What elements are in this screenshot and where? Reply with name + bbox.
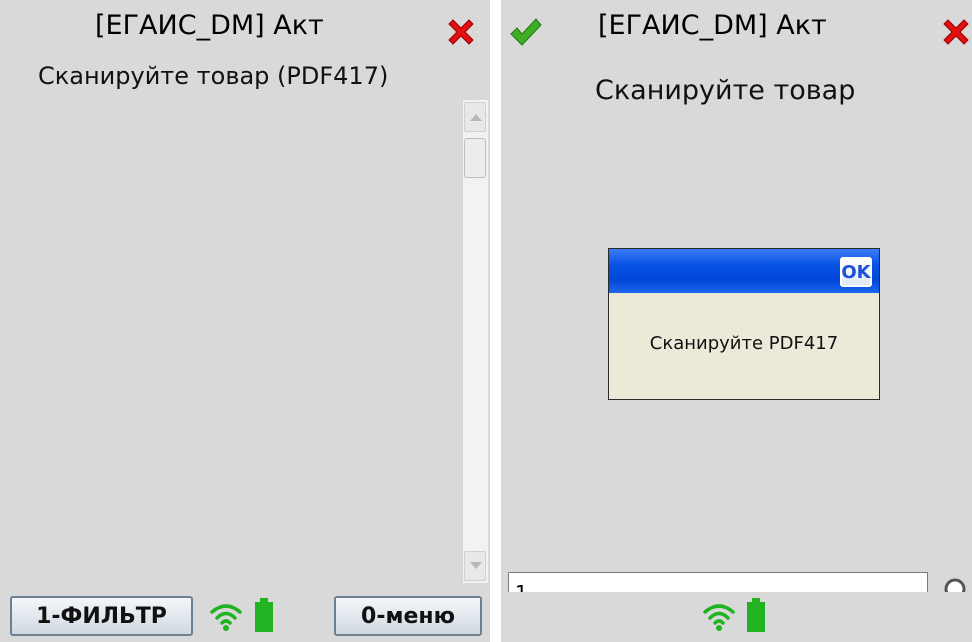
scroll-up-button[interactable] — [464, 102, 486, 132]
title-bar: [ЕГАИС_DM] Акт — [501, 0, 972, 62]
close-icon[interactable] — [939, 15, 972, 49]
wifi-icon — [703, 604, 735, 631]
scan-prompt: Сканируйте товар — [595, 75, 856, 106]
close-icon[interactable] — [444, 15, 478, 49]
scan-prompt: Сканируйте товар (PDF417) — [38, 62, 389, 90]
scrollbar[interactable] — [462, 100, 488, 583]
right-screen: [ЕГАИС_DM] Акт Сканируйте товар OK Скани… — [501, 0, 972, 642]
arrow-up-icon — [470, 114, 482, 121]
window-title: [ЕГАИС_DM] Акт — [598, 10, 827, 41]
title-bar: [ЕГАИС_DM] Акт — [0, 0, 490, 62]
bottom-bar — [501, 592, 972, 642]
window-title: [ЕГАИС_DM] Акт — [95, 10, 324, 41]
scroll-down-button[interactable] — [464, 551, 486, 581]
left-screen: [ЕГАИС_DM] Акт Сканируйте товар (PDF417)… — [0, 0, 490, 642]
arrow-down-icon — [470, 562, 482, 569]
filter-button[interactable]: 1-ФИЛЬТР — [10, 596, 193, 636]
checkmark-icon[interactable] — [507, 14, 543, 50]
battery-icon — [747, 598, 765, 632]
scroll-thumb[interactable] — [464, 138, 486, 178]
bottom-bar: 1-ФИЛЬТР 0-меню — [0, 592, 490, 642]
dialog-title-bar: OK — [609, 249, 879, 293]
message-dialog: OK Сканируйте PDF417 — [608, 248, 880, 400]
battery-icon — [255, 598, 273, 632]
wifi-icon — [210, 604, 242, 631]
menu-button[interactable]: 0-меню — [334, 596, 482, 636]
dialog-ok-button[interactable]: OK — [840, 257, 872, 287]
dialog-message: Сканируйте PDF417 — [649, 333, 839, 354]
